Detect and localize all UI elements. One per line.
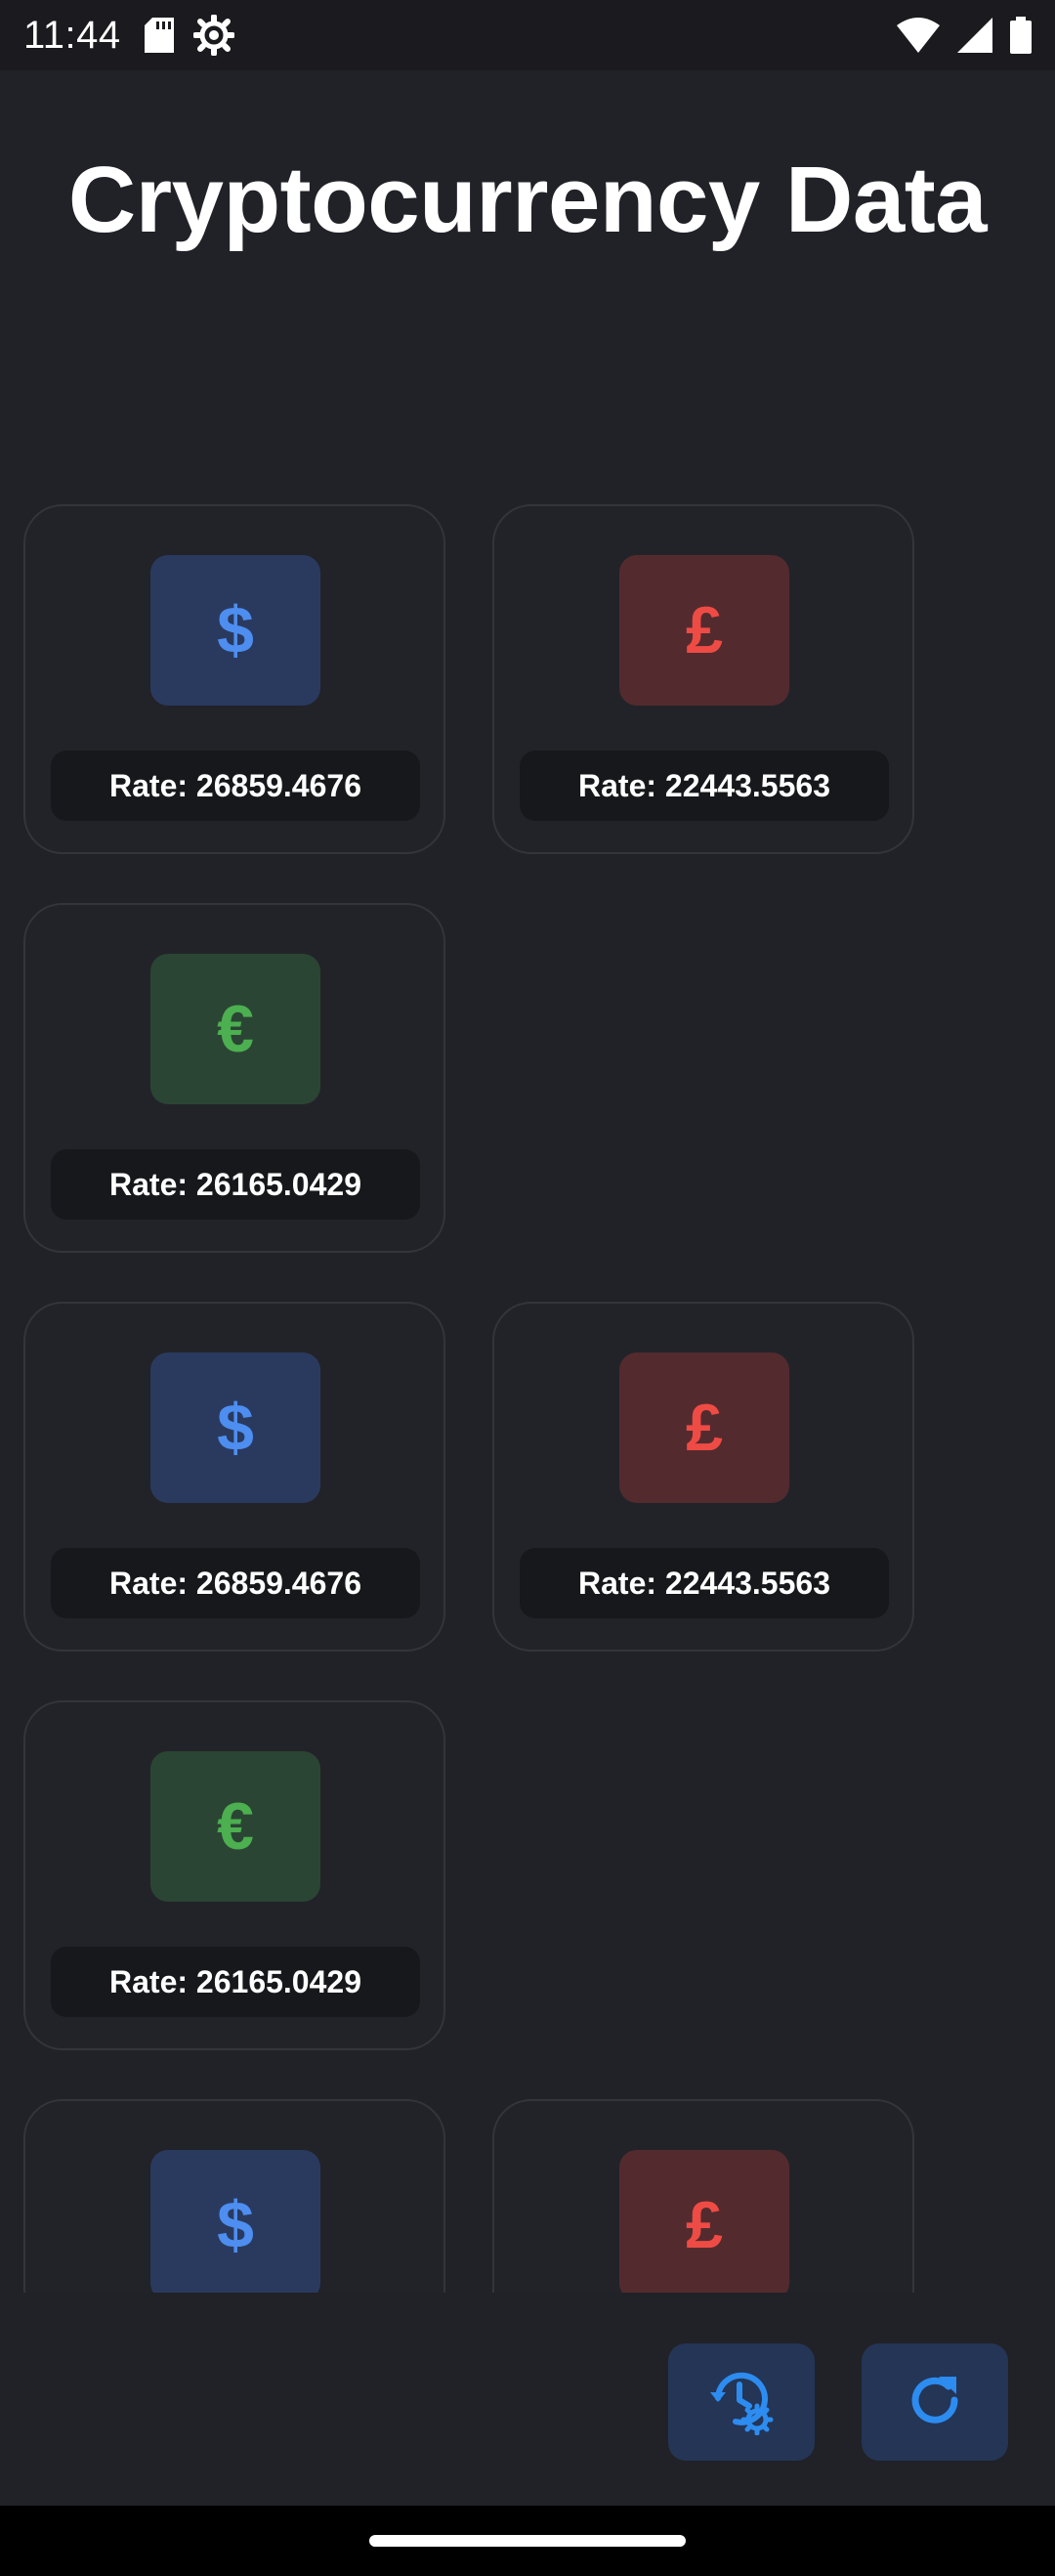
rate-label: Rate: 26165.0429 [51,1947,420,2017]
rate-label: Rate: 22443.5563 [520,751,889,821]
pound-icon: £ [619,1352,789,1503]
home-indicator[interactable] [369,2535,686,2547]
currency-grid[interactable]: $ Rate: 26859.4676 £ Rate: 22443.5563 € … [0,504,1055,2293]
sd-card-icon [144,18,174,53]
currency-card[interactable]: £ Rate: 22443.5563 [492,1302,914,1652]
refresh-button[interactable] [862,2343,1008,2461]
currency-card[interactable]: € Rate: 26165.0429 [23,903,445,1253]
status-time: 11:44 [23,13,121,57]
currency-card[interactable]: $ Rate: 26859.4676 [23,1302,445,1652]
dollar-icon: $ [150,1352,320,1503]
currency-card[interactable]: $ Rate: 26859.4676 [23,504,445,854]
history-settings-icon [706,2365,777,2440]
refresh-icon [904,2369,966,2436]
currency-card[interactable]: $ [23,2099,445,2293]
battery-icon [1010,17,1032,54]
status-bar: 11:44 [0,0,1055,70]
dollar-icon: $ [150,555,320,706]
currency-card[interactable]: £ [492,2099,914,2293]
wifi-icon [897,18,940,53]
euro-icon: € [150,1751,320,1902]
currency-card[interactable]: € Rate: 26165.0429 [23,1700,445,2050]
cellular-signal-icon [957,18,992,53]
pound-icon: £ [619,2150,789,2293]
euro-icon: € [150,954,320,1104]
rate-label: Rate: 26165.0429 [51,1149,420,1220]
rate-label: Rate: 26859.4676 [51,751,420,821]
currency-card[interactable]: £ Rate: 22443.5563 [492,504,914,854]
pound-icon: £ [619,555,789,706]
settings-gear-icon [192,15,234,56]
history-settings-button[interactable] [668,2343,815,2461]
rate-label: Rate: 26859.4676 [51,1548,420,1618]
dollar-icon: $ [150,2150,320,2293]
page-title: Cryptocurrency Data [67,148,988,252]
rate-label: Rate: 22443.5563 [520,1548,889,1618]
